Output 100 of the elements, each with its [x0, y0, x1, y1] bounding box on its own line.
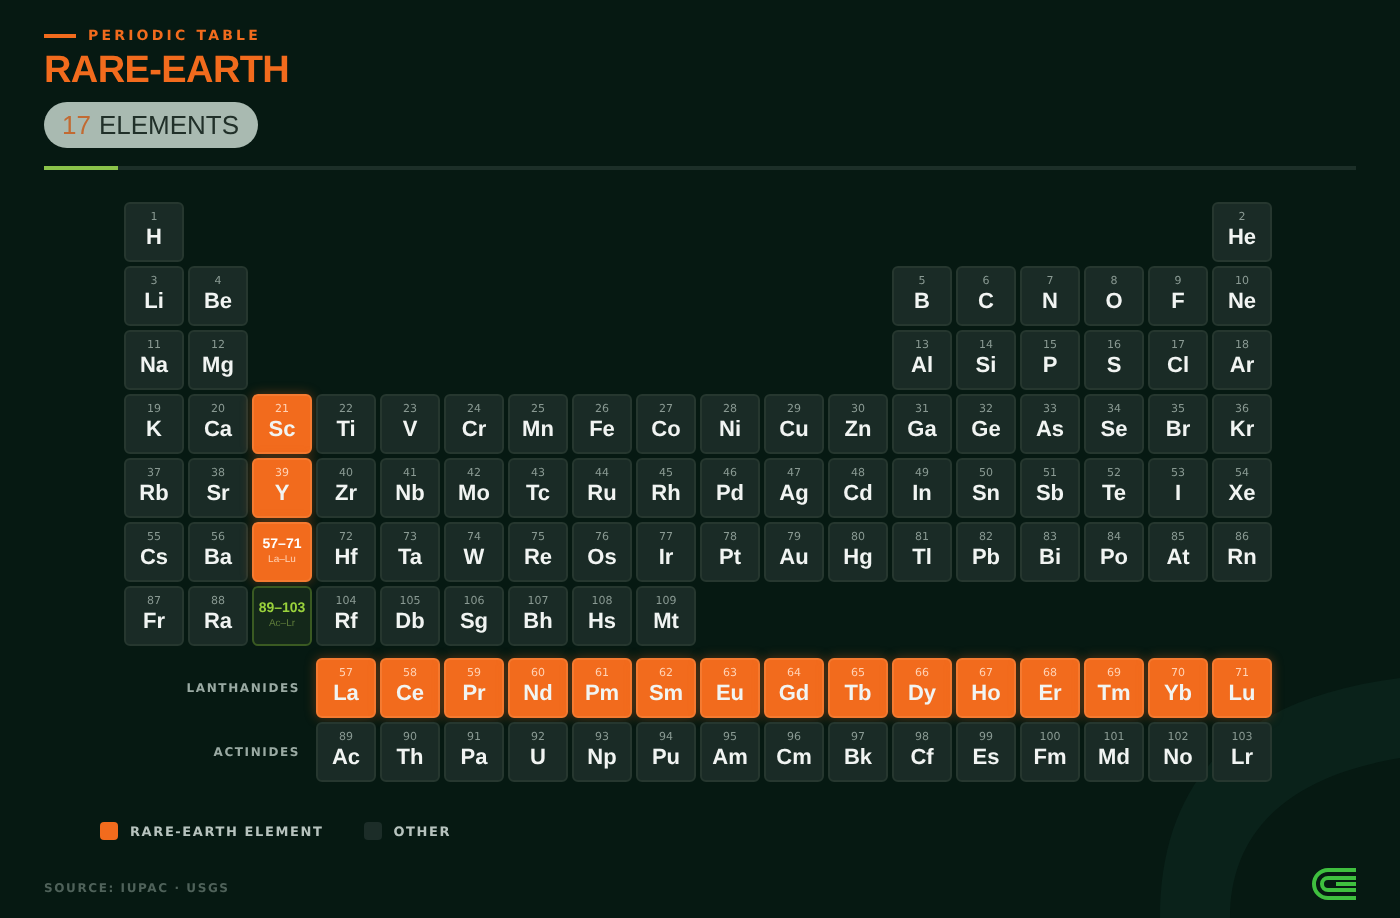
element-symbol: Lu: [1228, 684, 1256, 707]
element-symbol: S: [1106, 356, 1122, 379]
element-symbol: Hf: [334, 548, 358, 571]
element-symbol: Pu: [651, 748, 681, 771]
element-symbol: Be: [203, 292, 233, 315]
element-symbol: Th: [396, 748, 424, 771]
element-symbol: Ar: [1229, 356, 1255, 379]
element-symbol: At: [1166, 548, 1190, 571]
element-symbol: Br: [1165, 420, 1191, 443]
element-symbol: W: [463, 548, 485, 571]
element-symbol: Li: [144, 292, 164, 315]
element-symbol: Ir: [658, 548, 674, 571]
element-symbol: Ag: [779, 484, 809, 507]
element-symbol: Tm: [1097, 684, 1131, 707]
element-symbol: Fr: [143, 612, 165, 635]
element-symbol: Cd: [843, 484, 873, 507]
element-symbol: Lr: [1231, 748, 1253, 771]
element-symbol: Ta: [397, 548, 423, 571]
element-symbol: Ni: [719, 420, 741, 443]
element-symbol: Co: [651, 420, 681, 443]
element-symbol: Rn: [1227, 548, 1257, 571]
element-symbol: I: [1174, 484, 1182, 507]
element-symbol: Ho: [971, 684, 1001, 707]
element-symbol: Mt: [653, 612, 679, 635]
element-symbol: Mn: [522, 420, 554, 443]
element-symbol: Ti: [336, 420, 356, 443]
element-symbol: Sg: [459, 612, 489, 635]
element-symbol: Pa: [460, 748, 488, 771]
element-symbol: Os: [587, 548, 617, 571]
element-symbol: Mo: [458, 484, 490, 507]
pill-label: ELEMENTS: [98, 110, 240, 140]
element-symbol: Cf: [910, 748, 934, 771]
element-symbol: Al: [911, 356, 933, 379]
element-symbol: Ac: [331, 748, 361, 771]
element-symbol: P: [1042, 356, 1058, 379]
element-symbol: Po: [1099, 548, 1129, 571]
element-symbol: C: [978, 292, 994, 315]
element-symbol: Zn: [844, 420, 872, 443]
element-symbol: Gd: [778, 684, 810, 707]
element-symbol: Te: [1101, 484, 1127, 507]
element-symbol: Eu: [715, 684, 745, 707]
element-symbol: K: [146, 420, 162, 443]
element-symbol: Sc: [268, 420, 296, 443]
element-symbol: Tl: [912, 548, 932, 571]
element-symbol: Y: [274, 484, 290, 507]
element-symbol: Es: [972, 748, 1000, 771]
element-symbol: Ge: [971, 420, 1001, 443]
element-symbol: U: [530, 748, 546, 771]
element-symbol: Ne: [1227, 292, 1257, 315]
element-symbol: Ru: [587, 484, 617, 507]
element-symbol: Zr: [335, 484, 357, 507]
element-symbol: Hg: [843, 548, 873, 571]
element-symbol: Sm: [648, 684, 684, 707]
element-symbol: Tb: [844, 684, 872, 707]
element-symbol: Bh: [523, 612, 553, 635]
element-symbol: Mg: [202, 356, 234, 379]
element-symbol: Pb: [971, 548, 1001, 571]
element-symbol: Ca: [203, 420, 233, 443]
element-symbol: Ra: [203, 612, 233, 635]
element-symbol: Cu: [779, 420, 809, 443]
element-symbol: Cr: [461, 420, 487, 443]
element-symbol: Dy: [907, 684, 937, 707]
element-symbol: Np: [587, 748, 617, 771]
element-symbol: Kr: [1229, 420, 1255, 443]
element-symbol: Ga: [907, 420, 937, 443]
element-symbol: Ba: [203, 548, 233, 571]
element-symbol: Rh: [651, 484, 681, 507]
element-symbol: Pm: [584, 684, 620, 707]
element-symbol: No: [1163, 748, 1193, 771]
element-symbol: Fe: [589, 420, 615, 443]
element-symbol: O: [1105, 292, 1123, 315]
element-symbol: Xe: [1228, 484, 1256, 507]
element-symbol: Re: [523, 548, 553, 571]
element-symbol: F: [1171, 292, 1185, 315]
element-symbol: Si: [975, 356, 997, 379]
element-symbol: Au: [779, 548, 809, 571]
element-symbol: H: [146, 228, 162, 251]
element-symbol: Nd: [523, 684, 553, 707]
element-symbol: Ce: [395, 684, 425, 707]
element-symbol: Cs: [139, 548, 169, 571]
element-symbol: He: [1227, 228, 1257, 251]
element-symbol: Nb: [395, 484, 425, 507]
element-symbol: Rf: [334, 612, 358, 635]
element-symbol: La: [333, 684, 359, 707]
element-symbol: Hs: [587, 612, 617, 635]
element-symbol: Se: [1100, 420, 1128, 443]
element-symbol: V: [402, 420, 418, 443]
element-symbol: Rb: [139, 484, 169, 507]
element-symbol: Pd: [715, 484, 745, 507]
element-symbol: Db: [395, 612, 425, 635]
logo-icon: [1308, 866, 1360, 902]
element-symbol: B: [914, 292, 930, 315]
element-symbol: Am: [712, 748, 748, 771]
element-symbol: Fm: [1033, 748, 1067, 771]
element-symbol: Bk: [843, 748, 873, 771]
element-symbol: N: [1042, 292, 1058, 315]
element-count: 17: [62, 110, 91, 140]
element-symbol: Sr: [206, 484, 230, 507]
element-symbol: Sb: [1035, 484, 1065, 507]
element-symbol: Yb: [1163, 684, 1193, 707]
